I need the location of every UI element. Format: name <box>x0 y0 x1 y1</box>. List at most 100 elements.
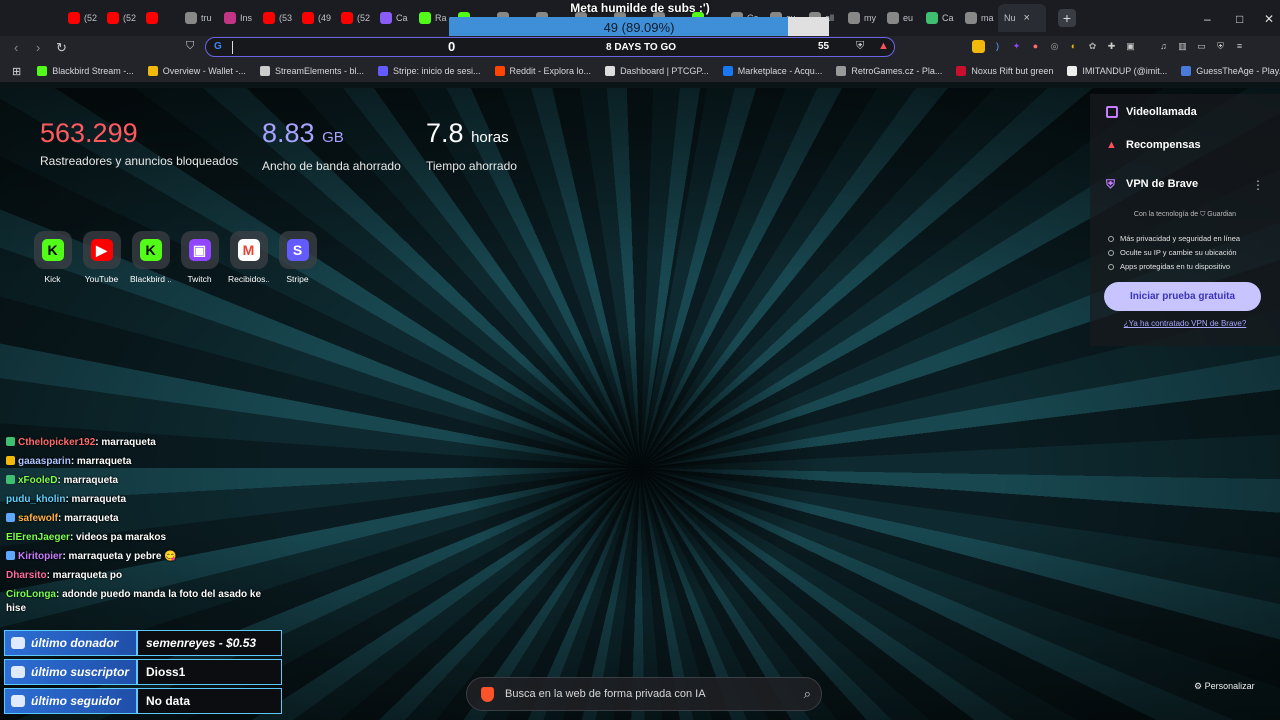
bookmark-item[interactable]: Blackbird Stream -... <box>37 66 134 76</box>
bookmark-label: Reddit - Explora lo... <box>509 66 592 76</box>
extension-icon[interactable]: ✿ <box>1086 40 1099 53</box>
top-site-kick[interactable]: K Kick <box>32 231 73 284</box>
bookmark-label: Marketplace - Acqu... <box>737 66 823 76</box>
top-site-tile: M <box>229 231 268 269</box>
start-trial-button[interactable]: Iniciar prueba gratuita <box>1104 282 1261 311</box>
minimize-button[interactable]: – <box>1204 12 1211 26</box>
overlay-counter-right: 55 <box>818 41 830 52</box>
bookmark-item[interactable]: IMITANDUP (@imit... <box>1067 66 1167 76</box>
videollamada-widget[interactable]: Videollamada <box>1106 106 1197 118</box>
tab-favicon-icon <box>224 12 236 24</box>
brave-rewards-icon[interactable]: ▲ <box>878 40 889 52</box>
chat-message: CiroLonga: adonde puedo manda la foto de… <box>6 588 262 616</box>
screenshot-icon[interactable]: ▣ <box>1124 40 1137 53</box>
tab[interactable]: (52 <box>62 4 101 32</box>
tab[interactable]: my <box>842 4 881 32</box>
top-site-recibidos[interactable]: M Recibidos... <box>228 231 269 284</box>
top-site-stripe[interactable]: S Stripe <box>277 231 318 284</box>
bookmark-favicon-icon <box>377 66 388 76</box>
brave-lion-icon <box>481 687 494 702</box>
bookmark-item[interactable]: Noxus Rift but green <box>956 66 1053 76</box>
tab-favicon-icon <box>185 12 197 24</box>
recompensas-widget[interactable]: ▲ Recompensas <box>1106 139 1201 151</box>
vpn-widget-header: ⛨ VPN de Brave <box>1106 178 1198 190</box>
bookmark-item[interactable]: Reddit - Explora lo... <box>494 66 592 76</box>
close-tab-icon[interactable]: × <box>1024 12 1030 24</box>
tab[interactable]: Ca <box>374 4 413 32</box>
tab[interactable]: ma <box>959 4 998 32</box>
bandwidth-saved-unit: GB <box>322 129 344 146</box>
wallet-extension-icon[interactable] <box>972 40 985 53</box>
bookmark-label: Dashboard | PTCGP... <box>620 66 709 76</box>
bookmark-item[interactable]: StreamElements - bl... <box>259 66 364 76</box>
alert-icon <box>11 637 25 649</box>
tab-favicon-icon <box>146 12 158 24</box>
bookmark-label: RetroGames.cz - Pla... <box>851 66 943 76</box>
tab[interactable] <box>140 4 179 32</box>
bookmark-label: Noxus Rift but green <box>971 66 1054 76</box>
chat-text: : marraqueta <box>70 456 132 467</box>
chat-text: : marraqueta <box>95 437 156 448</box>
tab[interactable]: (49 <box>296 4 335 32</box>
sidebar-icon[interactable]: ▥ <box>1176 40 1189 53</box>
vpn-icon[interactable]: ⛨ <box>1214 40 1227 53</box>
google-icon: G <box>214 41 222 52</box>
customize-button[interactable]: ⚙ Personalizar <box>1194 681 1255 692</box>
top-site-blackbird[interactable]: K Blackbird ... <box>130 231 171 284</box>
top-site-youtube[interactable]: ▶ YouTube <box>81 231 122 284</box>
bookmark-icon[interactable]: ⛉ <box>186 40 194 53</box>
tab[interactable]: (53 <box>257 4 296 32</box>
alert-value: Dioss1 <box>137 659 282 685</box>
forward-icon[interactable]: › <box>36 40 40 55</box>
bookmark-item[interactable]: RetroGames.cz - Pla... <box>836 66 942 76</box>
tab-label: eu <box>903 13 914 23</box>
apps-grid-icon[interactable]: ⊞ <box>12 65 21 78</box>
bookmark-item[interactable]: Marketplace - Acqu... <box>722 66 823 76</box>
extension-icon[interactable]: ✦ <box>1010 40 1023 53</box>
tab[interactable]: eu <box>881 4 920 32</box>
bookmark-item[interactable]: Overview - Wallet -... <box>147 66 246 76</box>
extensions-toolbar: ) ✦ ● ◎ ◐ ✿ ✚ ▣ ♫ ▥ ▭ ⛨ ≡ <box>972 40 1246 53</box>
extension-icon[interactable]: ● <box>1029 40 1042 53</box>
wallet-icon[interactable]: ▭ <box>1195 40 1208 53</box>
tab[interactable]: Ins <box>218 4 257 32</box>
chat-text: : marraqueta <box>58 513 119 524</box>
chat-badge-icon <box>6 513 15 522</box>
chat-message: Dharsito: marraqueta po <box>6 569 262 583</box>
time-saved-stat: 7.8 horas Tiempo ahorrado <box>426 118 517 173</box>
bookmark-item[interactable]: Dashboard | PTCGP... <box>605 66 709 76</box>
alert-icon <box>11 666 25 678</box>
reload-icon[interactable]: ↻ <box>56 40 67 56</box>
music-icon[interactable]: ♫ <box>1157 40 1170 53</box>
back-icon[interactable]: ‹ <box>14 40 18 55</box>
tab-active[interactable]: Nu × <box>998 4 1046 32</box>
tab[interactable]: Ra <box>413 4 452 32</box>
vpn-menu-icon[interactable]: ⋮ <box>1252 178 1264 192</box>
ai-search-box[interactable]: Busca en la web de forma privada con IA … <box>466 677 822 711</box>
chat-text: : marraqueta <box>57 475 119 486</box>
maximize-button[interactable]: □ <box>1236 12 1243 26</box>
tab[interactable]: (52 <box>335 4 374 32</box>
menu-icon[interactable]: ≡ <box>1233 40 1246 53</box>
top-site-twitch[interactable]: ▣ Twitch <box>179 231 220 284</box>
search-icon[interactable]: ⌕ <box>804 686 811 702</box>
already-subscribed-link[interactable]: ¿Ya ha contratado VPN de Brave? <box>1090 319 1280 328</box>
extension-icon[interactable]: ◎ <box>1048 40 1061 53</box>
tab[interactable]: (52 <box>101 4 140 32</box>
bookmark-item[interactable]: GuessTheAge - Play... <box>1181 66 1280 76</box>
bandwidth-saved-stat: 8.83 GB Ancho de banda ahorrado <box>262 118 401 173</box>
tab[interactable]: tru <box>179 4 218 32</box>
rewards-icon: ▲ <box>1106 139 1117 151</box>
extension-icon[interactable]: ◐ <box>1067 40 1080 53</box>
puzzle-icon[interactable]: ✚ <box>1105 40 1118 53</box>
tab[interactable]: Ca <box>920 4 959 32</box>
brave-shields-icon[interactable]: ⛨ <box>856 40 864 53</box>
extension-icon[interactable]: ) <box>991 40 1004 53</box>
bookmark-item[interactable]: Stripe: inicio de sesi... <box>377 66 481 76</box>
tab-favicon-icon <box>107 12 119 24</box>
new-tab-button[interactable]: + <box>1058 9 1076 27</box>
close-window-button[interactable]: ✕ <box>1264 12 1274 26</box>
kick-icon: K <box>41 239 64 261</box>
address-bar[interactable]: G 0 8 DAYS TO GO 55 ⛨ ▲ <box>205 37 895 57</box>
chat-username: pudu_kholin <box>6 494 66 505</box>
